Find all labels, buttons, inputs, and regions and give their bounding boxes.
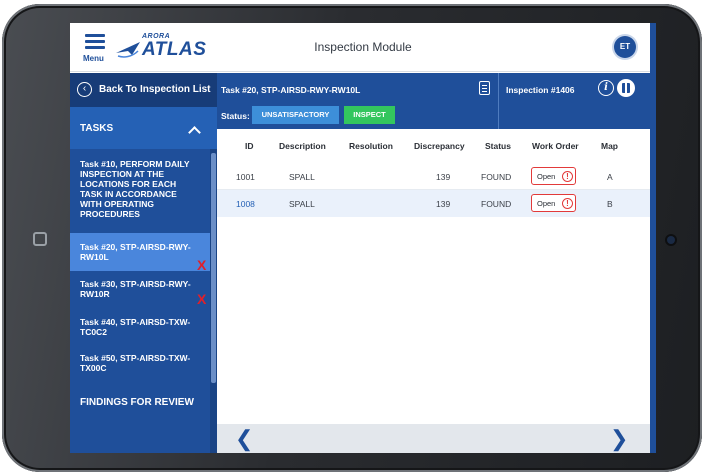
scrollbar-thumb[interactable]	[211, 153, 216, 383]
menu-label: Menu	[83, 54, 104, 63]
camera-icon	[667, 236, 675, 244]
cell-map[interactable]: A	[607, 172, 613, 182]
alert-icon: !	[562, 198, 573, 209]
back-label: Back To Inspection List	[99, 84, 211, 95]
cell-description: SPALL	[289, 199, 315, 209]
cell-description: SPALL	[289, 172, 315, 182]
status-label: Status:	[221, 111, 250, 121]
task-label: Task #10, PERFORM DAILY INSPECTION AT TH…	[80, 159, 190, 219]
user-avatar[interactable]: ET	[614, 36, 636, 58]
column-header-map[interactable]: Map	[601, 141, 618, 151]
cell-discrepancy: 139	[436, 172, 451, 182]
fail-x-icon: X	[197, 257, 207, 273]
task-label: Task #30, STP-AIRSD-RWY-RW10R	[80, 279, 191, 299]
cell-status: FOUND	[481, 199, 512, 209]
main-content: Task #20, STP-AIRSD-RWY-RW10L Inspection…	[217, 73, 656, 453]
fail-x-icon: X	[197, 291, 207, 307]
column-header-discrepancy[interactable]: Discrepancy	[414, 141, 465, 151]
chevron-left-icon[interactable]: ❮	[235, 426, 253, 452]
work-order-label: Open	[537, 172, 556, 181]
header-divider	[498, 73, 499, 129]
task-header: Task #20, STP-AIRSD-RWY-RW10L Inspection…	[217, 73, 656, 129]
alert-icon: !	[562, 171, 573, 182]
task-item-30[interactable]: Task #30, STP-AIRSD-RWY-RW10R	[70, 279, 210, 309]
chevron-left-circle-icon: ‹	[77, 82, 92, 97]
column-header-description[interactable]: Description	[279, 141, 326, 151]
chevron-right-icon[interactable]: ❯	[610, 426, 628, 452]
task-item-20[interactable]: Task #20, STP-AIRSD-RWY-RW10L	[70, 233, 210, 271]
inspect-button[interactable]: INSPECT	[344, 106, 395, 124]
task-item-40[interactable]: Task #40, STP-AIRSD-TXW-TC0C2	[70, 317, 210, 347]
info-icon[interactable]: i	[598, 80, 614, 96]
table-row[interactable]: 1008 SPALL 139 FOUND Open ! B	[217, 190, 656, 217]
table-header: ID Description Resolution Discrepancy St…	[217, 129, 656, 161]
hamburger-icon	[85, 34, 105, 37]
task-item-50[interactable]: Task #50, STP-AIRSD-TXW-TX00C	[70, 353, 210, 383]
unsatisfactory-button[interactable]: UNSATISFACTORY	[252, 106, 339, 124]
document-icon[interactable]	[479, 81, 490, 95]
task-item-10[interactable]: Task #10, PERFORM DAILY INSPECTION AT TH…	[70, 159, 210, 227]
top-bar: Menu ARORA ATLAS Inspection Module ET	[70, 23, 656, 72]
back-to-inspection-list-button[interactable]: ‹ Back To Inspection List	[70, 73, 217, 107]
task-title: Task #20, STP-AIRSD-RWY-RW10L	[221, 85, 361, 95]
column-header-work-order[interactable]: Work Order	[532, 141, 579, 151]
column-header-status[interactable]: Status	[485, 141, 511, 151]
map-icon[interactable]	[617, 79, 635, 97]
inspection-number: Inspection #1406	[506, 85, 575, 95]
right-edge-strip	[650, 23, 656, 453]
task-label: Task #20, STP-AIRSD-RWY-RW10L	[80, 242, 191, 262]
table-row[interactable]: 1001 SPALL 139 FOUND Open ! A	[217, 163, 656, 190]
tasks-header-label: TASKS	[80, 123, 114, 134]
column-header-resolution[interactable]: Resolution	[349, 141, 393, 151]
task-label: Task #40, STP-AIRSD-TXW-TC0C2	[80, 317, 191, 337]
cell-id: 1008	[236, 199, 255, 209]
cell-discrepancy: 139	[436, 199, 451, 209]
app-screen: Menu ARORA ATLAS Inspection Module ET ‹ …	[70, 23, 656, 453]
task-label: Task #50, STP-AIRSD-TXW-TX00C	[80, 353, 191, 373]
page-title: Inspection Module	[314, 40, 412, 54]
cell-map[interactable]: B	[607, 199, 613, 209]
pagination-bar: ❮ ❯	[217, 424, 656, 453]
tasks-section-toggle[interactable]: TASKS	[70, 107, 217, 149]
chevron-up-icon	[188, 126, 201, 139]
findings-for-review-link[interactable]: FINDINGS FOR REVIEW	[80, 397, 194, 408]
column-header-id[interactable]: ID	[245, 141, 254, 151]
home-button[interactable]	[33, 232, 47, 246]
cell-status: FOUND	[481, 172, 512, 182]
cell-id: 1001	[236, 172, 255, 182]
work-order-open-button[interactable]: Open !	[531, 167, 576, 185]
work-order-open-button[interactable]: Open !	[531, 194, 576, 212]
work-order-label: Open	[537, 199, 556, 208]
sidebar: ‹ Back To Inspection List TASKS Task #10…	[70, 73, 217, 453]
